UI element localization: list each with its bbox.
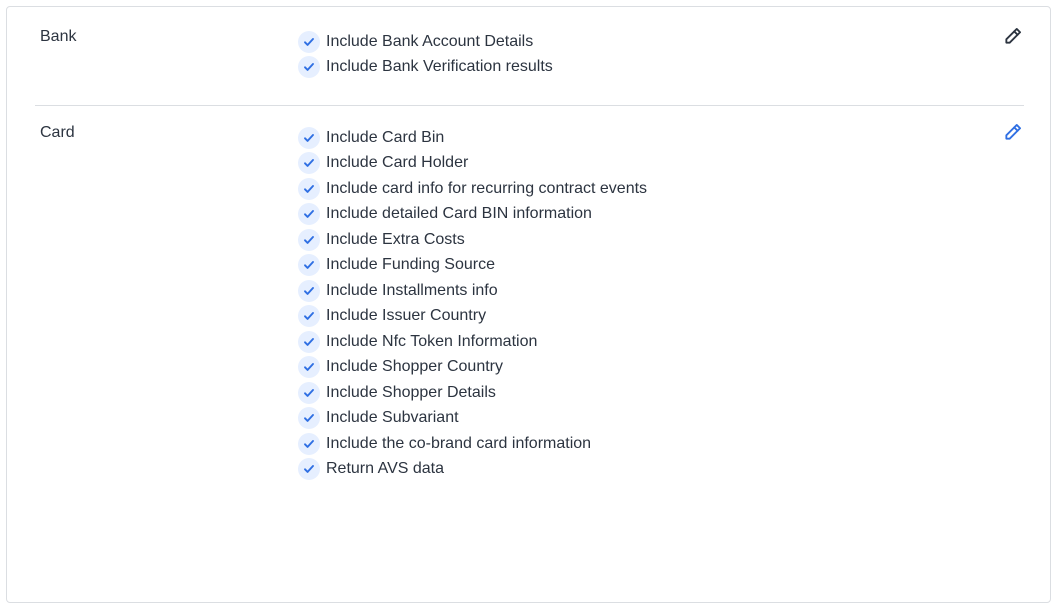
checkmark-icon — [298, 56, 320, 79]
list-item: Include Bank Verification results — [298, 51, 553, 85]
edit-card-button[interactable] — [1000, 119, 1026, 145]
section-label-card: Card — [40, 124, 75, 141]
option-label: Include Nfc Token Information — [326, 332, 538, 350]
checkmark-icon — [298, 381, 320, 404]
checkmark-icon — [298, 356, 320, 379]
checkmark-icon — [298, 254, 320, 277]
option-label: Include Funding Source — [326, 256, 495, 274]
checkmark-icon — [298, 330, 320, 353]
checkmark-icon — [298, 126, 320, 149]
section-label-bank: Bank — [40, 28, 77, 45]
option-label: Include Issuer Country — [326, 307, 487, 325]
checkmark-icon — [298, 407, 320, 430]
option-label: Include Card Bin — [326, 128, 445, 146]
checkmark-icon — [298, 279, 320, 302]
option-label: Include Shopper Details — [326, 383, 496, 401]
checkmark-icon — [298, 203, 320, 226]
option-label: Include Bank Verification results — [326, 58, 553, 76]
option-label: Include Bank Account Details — [326, 32, 534, 50]
list-item: Return AVS data — [298, 453, 647, 487]
edit-bank-button[interactable] — [1000, 23, 1026, 49]
option-label: Include Installments info — [326, 281, 498, 299]
checkmark-icon — [298, 152, 320, 175]
pencil-icon — [1005, 28, 1021, 44]
option-label: Include Card Holder — [326, 154, 469, 172]
checkmark-icon — [298, 30, 320, 53]
option-label: Return AVS data — [326, 460, 444, 478]
option-label: Include the co-brand card information — [326, 434, 592, 452]
option-label: Include Extra Costs — [326, 230, 465, 248]
option-label: Include detailed Card BIN information — [326, 205, 592, 223]
settings-panel: Bank Include Bank Account Details Include… — [6, 6, 1051, 603]
bank-options-list: Include Bank Account Details Include Bank… — [298, 25, 553, 84]
checkmark-icon — [298, 305, 320, 328]
card-options-list: Include Card Bin Include Card Holder Inclu… — [298, 121, 647, 486]
checkmark-icon — [298, 458, 320, 481]
option-label: Include Subvariant — [326, 409, 459, 427]
option-label: Include Shopper Country — [326, 358, 503, 376]
section-divider — [35, 105, 1024, 106]
checkmark-icon — [298, 228, 320, 251]
option-label: Include card info for recurring contract… — [326, 179, 648, 197]
checkmark-icon — [298, 432, 320, 455]
checkmark-icon — [298, 177, 320, 200]
pencil-icon — [1005, 124, 1021, 140]
